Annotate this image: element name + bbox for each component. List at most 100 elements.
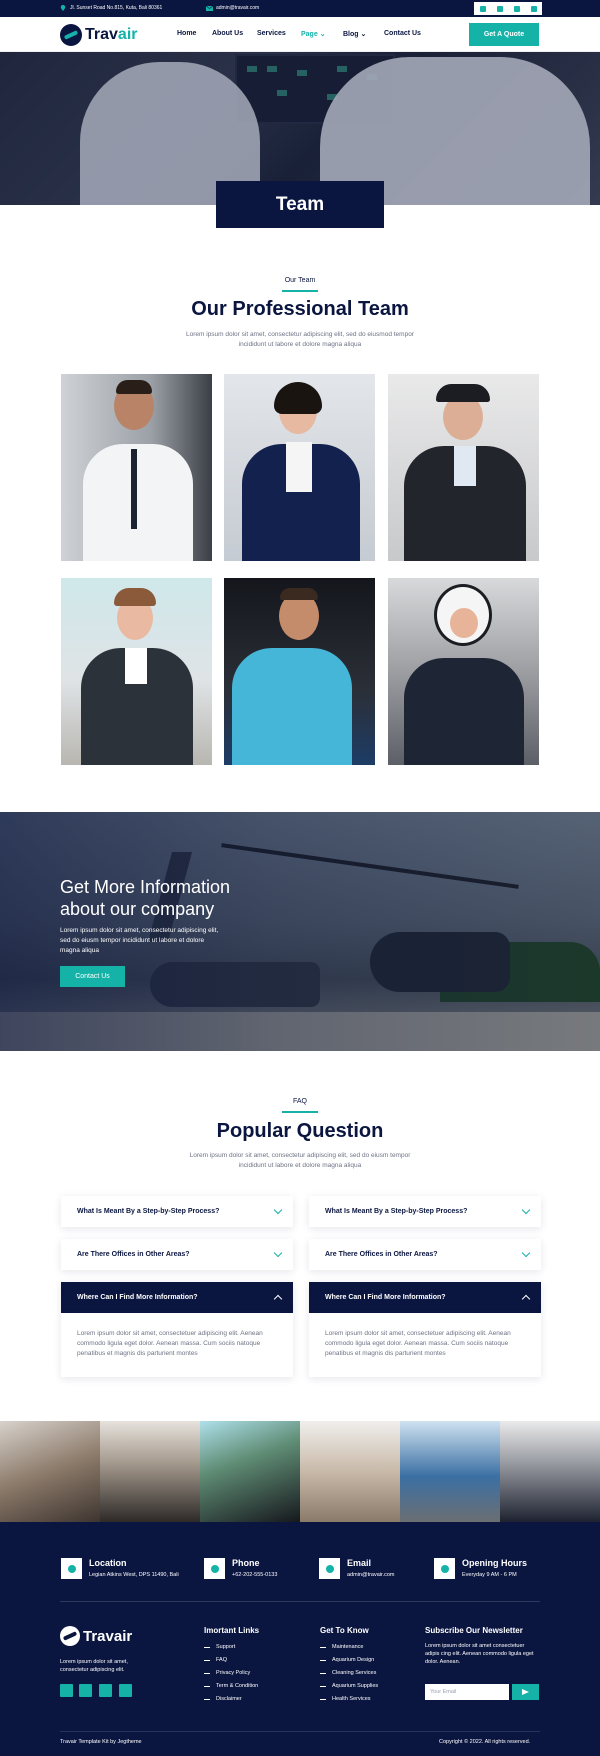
chevron-down-icon — [521, 1205, 531, 1215]
faq-question-text: Are There Offices in Other Areas? — [77, 1251, 190, 1258]
gallery-photo[interactable] — [200, 1421, 300, 1522]
footer-logo-text: Travair — [83, 1627, 133, 1645]
faq-section-lead: Lorem ipsum dolor sit amet, consectetur … — [189, 1152, 411, 1169]
faq-question-text: Where Can I Find More Information? — [325, 1294, 446, 1301]
nav-page[interactable]: Page ⌄ — [301, 30, 326, 38]
faq-question[interactable]: Are There Offices in Other Areas? — [61, 1239, 293, 1270]
map-pin-icon — [60, 5, 66, 11]
nav-contact[interactable]: Contact Us — [384, 30, 421, 37]
faq-question[interactable]: What Is Meant By a Step-by-Step Process? — [61, 1196, 293, 1227]
faq-question[interactable]: Are There Offices in Other Areas? — [309, 1239, 541, 1270]
footer-info-text[interactable]: admin@travair.com — [347, 1572, 394, 1578]
gallery-photo[interactable] — [300, 1421, 400, 1522]
faq-answer: Lorem ipsum dolor sit amet, consectetuer… — [61, 1313, 293, 1377]
footer-link[interactable]: Term & Condition — [204, 1683, 258, 1689]
team-section-lead: Lorem ipsum dolor sit amet, consectetur … — [186, 331, 414, 348]
logo[interactable]: Travair — [60, 24, 138, 46]
footer-link[interactable]: Aquarium Supplies — [320, 1683, 378, 1689]
team-member-photo[interactable] — [388, 578, 539, 765]
address-text: Jl. Sunset Road No.815, Kuta, Bali 80361 — [70, 5, 163, 11]
faq-section-tag: FAQ — [292, 1098, 307, 1105]
gallery-photo[interactable] — [0, 1421, 100, 1522]
footer-copyright: Copyright © 2022. All rights reserved. — [439, 1739, 531, 1745]
faq-question[interactable]: What Is Meant By a Step-by-Step Process? — [309, 1196, 541, 1227]
team-member-photo[interactable] — [224, 578, 375, 765]
youtube-icon[interactable] — [530, 5, 537, 12]
team-member-photo[interactable] — [61, 578, 212, 765]
footer-logo[interactable]: Travair — [60, 1626, 132, 1646]
newsletter-email-input[interactable]: Your Email — [425, 1684, 509, 1700]
team-member-photo[interactable] — [224, 374, 375, 561]
address-info: Jl. Sunset Road No.815, Kuta, Bali 80361 — [60, 5, 162, 11]
plane-logo-icon — [60, 24, 82, 46]
nav-blog-label: Blog — [343, 31, 359, 38]
gallery-photo[interactable] — [400, 1421, 500, 1522]
email-info[interactable]: admin@travair.com — [205, 5, 260, 11]
chevron-up-icon — [521, 1294, 531, 1304]
chevron-down-icon: ⌄ — [360, 31, 367, 38]
footer-about-text: Lorem ipsum dolor sit amet, consectetur … — [60, 1659, 128, 1673]
plane-logo-icon — [60, 1626, 80, 1646]
footer-link[interactable]: FAQ — [204, 1657, 227, 1663]
email-text: admin@travair.com — [216, 5, 260, 11]
footer-link[interactable]: Maintenance — [320, 1644, 364, 1650]
footer-credit: Travair Template Kit by Jegtheme — [60, 1739, 142, 1745]
youtube-icon[interactable] — [99, 1684, 112, 1697]
footer-info-text: Legian Atkins West, DPS 11490, Bali — [89, 1572, 179, 1578]
footer-link[interactable]: Cleaning Services — [320, 1670, 376, 1676]
footer-link[interactable]: Privacy Policy — [204, 1670, 250, 1676]
cta-title: Get More Information about our company — [60, 877, 231, 919]
instagram-icon[interactable] — [513, 5, 520, 12]
faq-question-text: What Is Meant By a Step-by-Step Process? — [77, 1208, 220, 1215]
footer-link[interactable]: Support — [204, 1644, 235, 1650]
team-member-photo[interactable] — [61, 374, 212, 561]
envelope-icon — [319, 1558, 340, 1579]
gallery-photo[interactable] — [500, 1421, 600, 1522]
footer-info-title: Opening Hours — [462, 1558, 527, 1568]
tag-underline — [282, 290, 318, 292]
nav-services[interactable]: Services — [257, 30, 286, 37]
footer-link[interactable]: Aquarium Design — [320, 1657, 374, 1663]
nav-home[interactable]: Home — [177, 30, 196, 37]
know-title: Get To Know — [320, 1626, 369, 1635]
instagram-icon[interactable] — [119, 1684, 132, 1697]
social-links — [474, 2, 542, 15]
newsletter-text: Lorem ipsum dolor sit amet consectetuer … — [425, 1643, 534, 1665]
footer-info-text: Everyday 9 AM - 6 PM — [462, 1572, 517, 1578]
top-bar: Jl. Sunset Road No.815, Kuta, Bali 80361… — [0, 0, 600, 17]
team-member-photo[interactable] — [388, 374, 539, 561]
facebook-icon[interactable] — [479, 5, 486, 12]
faq-question-open[interactable]: Where Can I Find More Information? — [309, 1282, 541, 1313]
team-section-title: Our Professional Team — [191, 298, 409, 320]
faq-question-text: Where Can I Find More Information? — [77, 1294, 198, 1301]
team-section-tag: Our Team — [284, 277, 316, 284]
footer-info-title: Location — [89, 1558, 127, 1568]
envelope-icon — [205, 5, 214, 11]
chevron-up-icon — [273, 1294, 283, 1304]
faq-section-title: Popular Question — [216, 1120, 384, 1142]
get-quote-button[interactable]: Get A Quote — [469, 23, 539, 46]
photo-gallery — [0, 1421, 600, 1522]
footer-info-title: Phone — [232, 1558, 260, 1568]
nav-page-label: Page — [301, 31, 318, 38]
faq-question-text: What Is Meant By a Step-by-Step Process? — [325, 1208, 468, 1215]
footer-link[interactable]: Health Services — [320, 1696, 371, 1702]
phone-icon — [204, 1558, 225, 1579]
map-pin-icon — [61, 1558, 82, 1579]
chevron-down-icon — [521, 1248, 531, 1258]
nav-blog[interactable]: Blog ⌄ — [343, 30, 366, 38]
footer-bottom-divider — [60, 1731, 540, 1732]
contact-us-button[interactable]: Contact Us — [60, 966, 125, 987]
faq-question-text: Are There Offices in Other Areas? — [325, 1251, 438, 1258]
faq-question-open[interactable]: Where Can I Find More Information? — [61, 1282, 293, 1313]
logo-text: Travair — [85, 26, 138, 43]
cta-text: Lorem ipsum dolor sit amet, consectetur … — [60, 927, 219, 954]
send-icon[interactable] — [512, 1684, 539, 1700]
footer-info-title: Email — [347, 1558, 372, 1568]
nav-about[interactable]: About Us — [212, 30, 243, 37]
footer-link[interactable]: Disclaimer — [204, 1696, 242, 1702]
twitter-icon[interactable] — [79, 1684, 92, 1697]
gallery-photo[interactable] — [100, 1421, 200, 1522]
twitter-icon[interactable] — [496, 5, 503, 12]
facebook-icon[interactable] — [60, 1684, 73, 1697]
